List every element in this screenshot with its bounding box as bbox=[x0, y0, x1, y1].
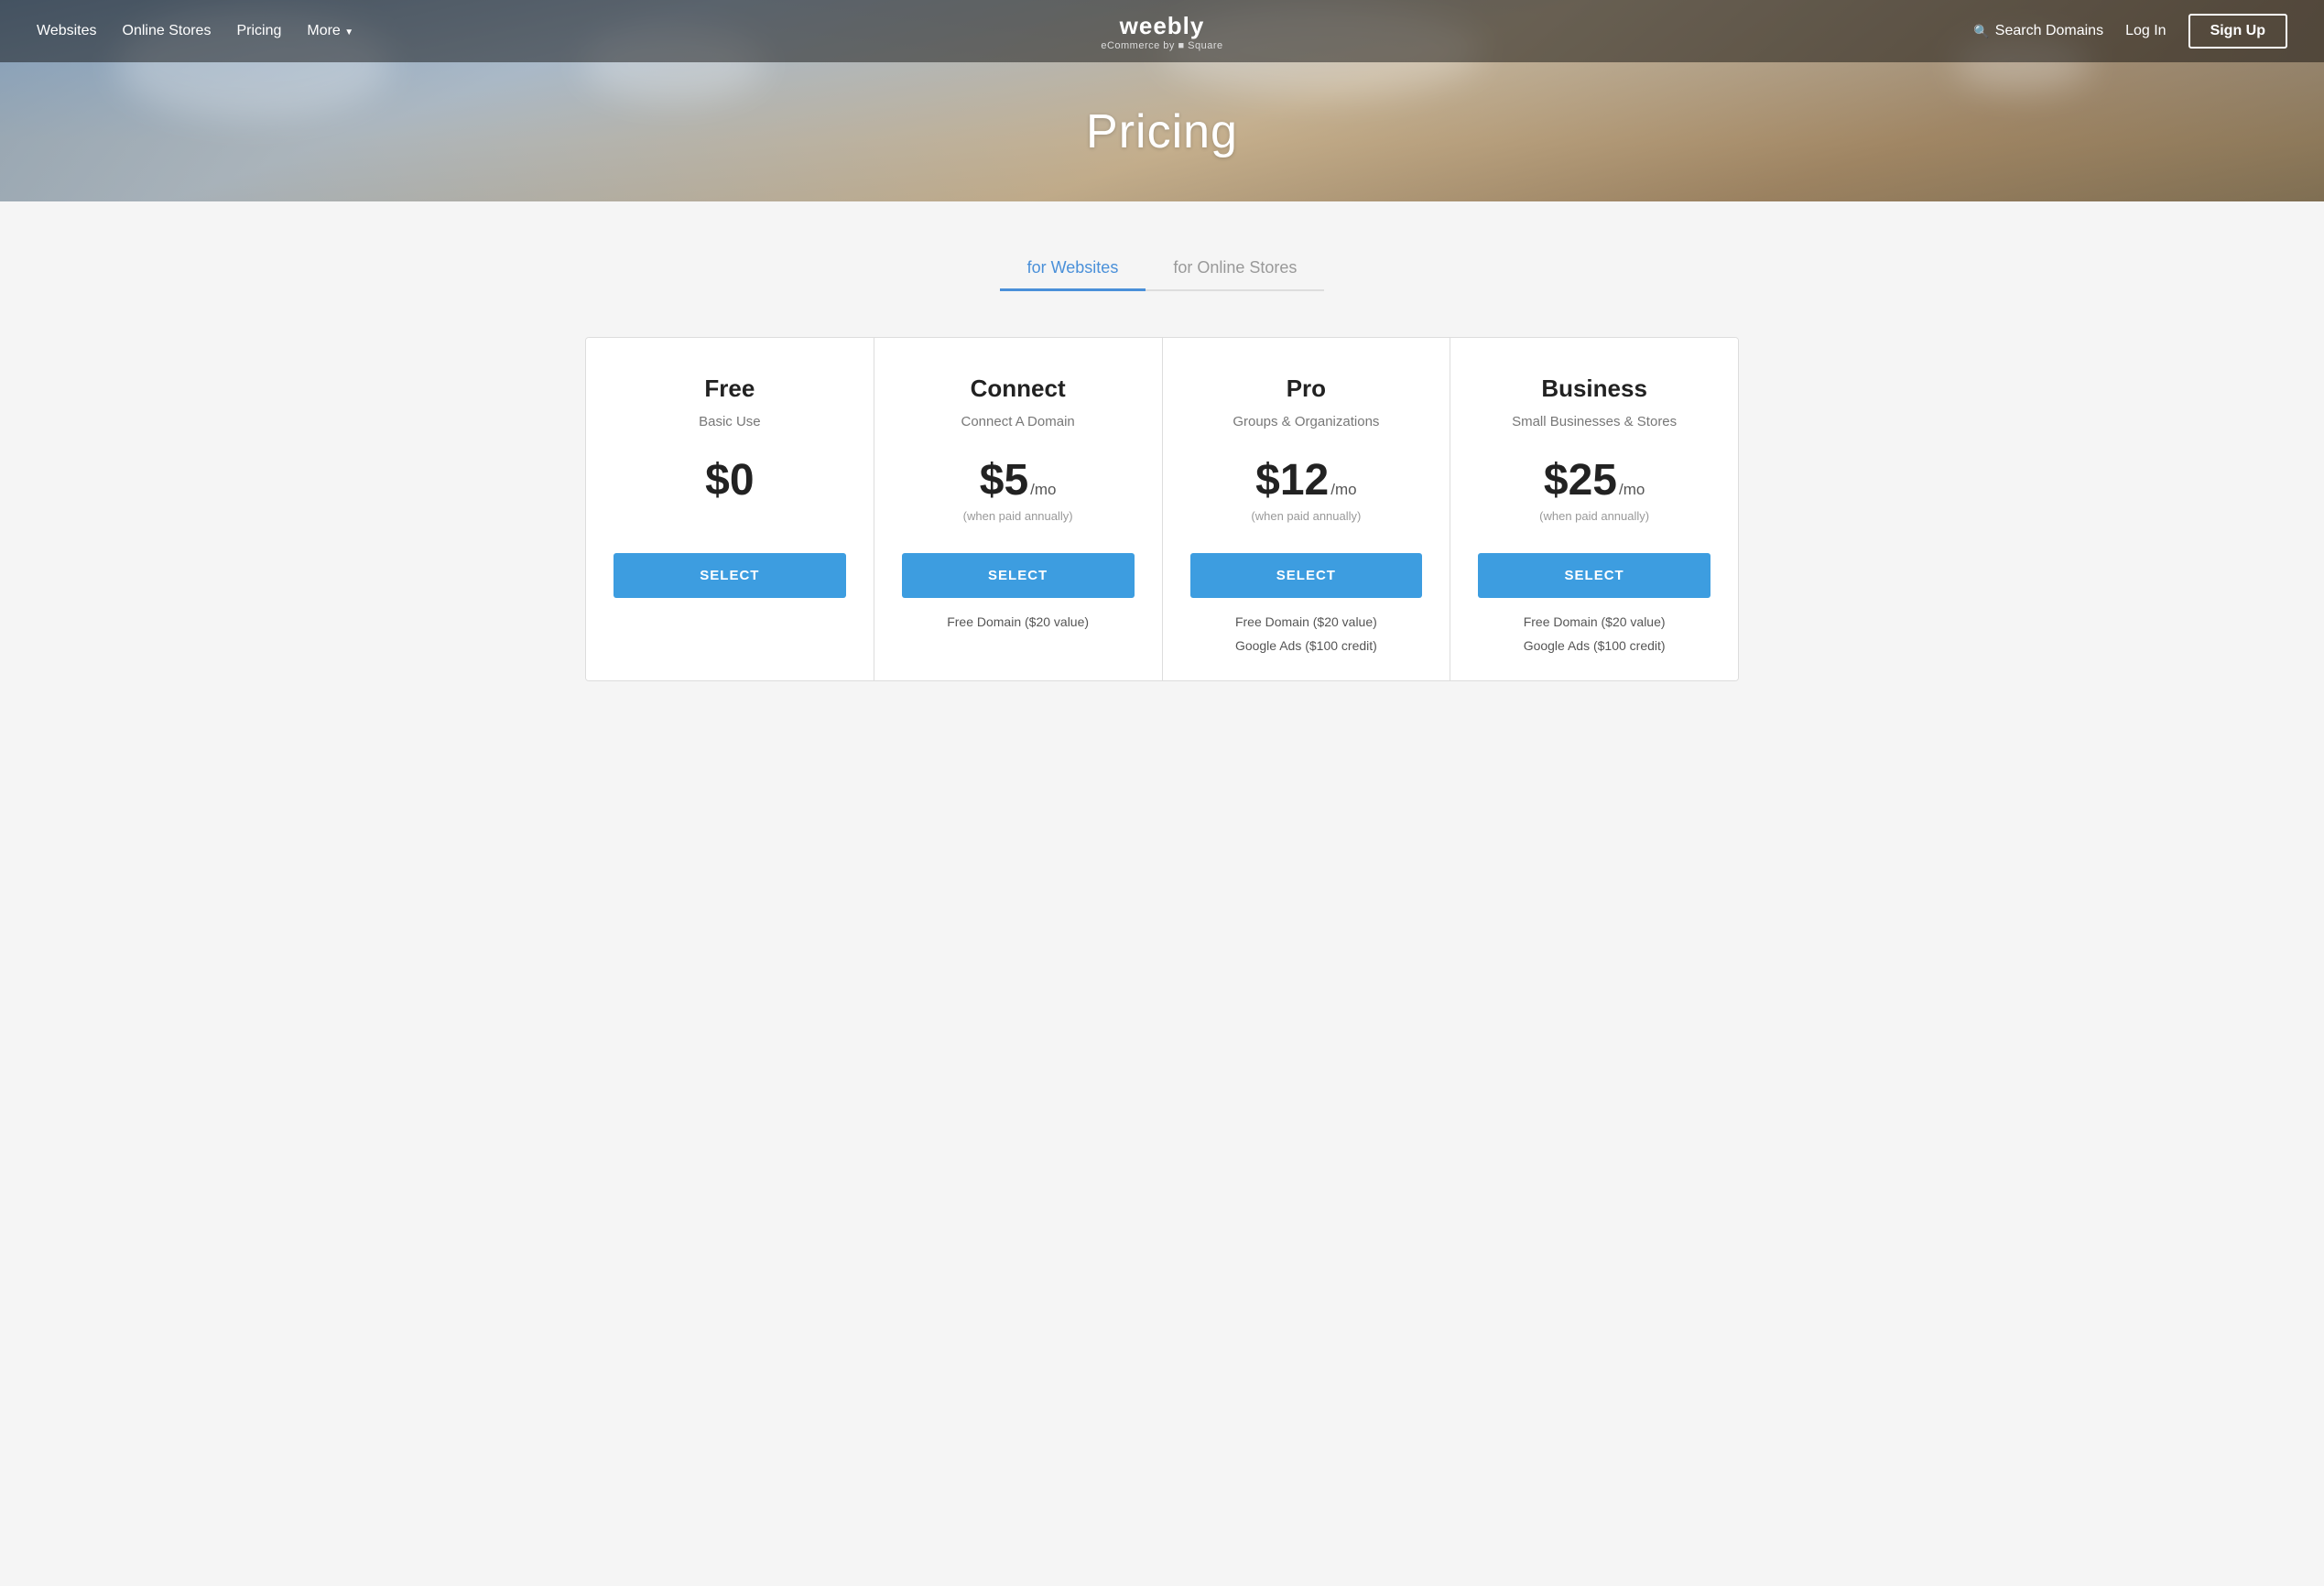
plan-connect-price: $5 /mo bbox=[980, 455, 1057, 505]
plan-connect-select[interactable]: SELECT bbox=[902, 553, 1135, 598]
list-item: Free Domain ($20 value) bbox=[1190, 614, 1423, 629]
nav-link-websites[interactable]: Websites bbox=[37, 23, 97, 39]
login-link[interactable]: Log In bbox=[2125, 23, 2166, 39]
plan-free-price: $0 bbox=[705, 455, 754, 505]
tab-for-online-stores[interactable]: for Online Stores bbox=[1146, 247, 1324, 291]
plan-free-tagline: Basic Use bbox=[699, 414, 761, 429]
signup-button[interactable]: Sign Up bbox=[2188, 14, 2287, 49]
tab-for-websites[interactable]: for Websites bbox=[1000, 247, 1146, 291]
plan-free: Free Basic Use $0 SELECT bbox=[586, 338, 874, 680]
logo-text: weebly bbox=[1101, 12, 1222, 40]
plan-business-price: $25 /mo bbox=[1544, 455, 1645, 505]
search-domains-link[interactable]: 🔍 Search Domains bbox=[1973, 23, 2103, 39]
nav-link-more[interactable]: More ▼ bbox=[307, 23, 353, 39]
plan-business-features: Free Domain ($20 value) Google Ads ($100… bbox=[1478, 614, 1710, 653]
plan-connect: Connect Connect A Domain $5 /mo (when pa… bbox=[874, 338, 1163, 680]
list-item: Free Domain ($20 value) bbox=[1478, 614, 1710, 629]
tabs-container: for Websites for Online Stores bbox=[1000, 247, 1325, 291]
pricing-cards: Free Basic Use $0 SELECT Connect Connect… bbox=[585, 337, 1739, 681]
plan-pro-features: Free Domain ($20 value) Google Ads ($100… bbox=[1190, 614, 1423, 653]
plan-free-name: Free bbox=[704, 375, 755, 403]
search-icon: 🔍 bbox=[1973, 24, 1989, 39]
plan-connect-tagline: Connect A Domain bbox=[961, 414, 1075, 429]
plan-connect-name: Connect bbox=[971, 375, 1066, 403]
nav-link-pricing[interactable]: Pricing bbox=[236, 23, 281, 39]
pricing-section: Free Basic Use $0 SELECT Connect Connect… bbox=[0, 310, 2324, 718]
plan-pro-select[interactable]: SELECT bbox=[1190, 553, 1423, 598]
list-item: Google Ads ($100 credit) bbox=[1190, 638, 1423, 653]
list-item: Google Ads ($100 credit) bbox=[1478, 638, 1710, 653]
nav-link-online-stores[interactable]: Online Stores bbox=[123, 23, 212, 39]
nav-right: 🔍 Search Domains Log In Sign Up bbox=[1973, 14, 2287, 49]
plan-pro-mo: /mo bbox=[1330, 481, 1356, 499]
more-dropdown-arrow: ▼ bbox=[344, 27, 353, 38]
plan-business-tagline: Small Businesses & Stores bbox=[1512, 414, 1677, 429]
logo-sub: eCommerce by ■ Square bbox=[1101, 40, 1222, 51]
plan-pro-annual: (when paid annually) bbox=[1251, 509, 1361, 527]
plan-business-select[interactable]: SELECT bbox=[1478, 553, 1710, 598]
plan-business-mo: /mo bbox=[1619, 481, 1645, 499]
plan-connect-annual: (when paid annually) bbox=[963, 509, 1073, 527]
plan-pro-name: Pro bbox=[1287, 375, 1326, 403]
plan-pro-tagline: Groups & Organizations bbox=[1233, 414, 1379, 429]
plan-business-name: Business bbox=[1541, 375, 1647, 403]
plan-connect-features: Free Domain ($20 value) bbox=[902, 614, 1135, 629]
site-logo: weebly eCommerce by ■ Square bbox=[1101, 12, 1222, 51]
plan-free-select[interactable]: SELECT bbox=[614, 553, 846, 598]
hero-title: Pricing bbox=[1086, 104, 1238, 159]
plan-pro-price: $12 /mo bbox=[1255, 455, 1356, 505]
list-item: Free Domain ($20 value) bbox=[902, 614, 1135, 629]
navbar: Websites Online Stores Pricing More ▼ we… bbox=[0, 0, 2324, 62]
plan-business: Business Small Businesses & Stores $25 /… bbox=[1450, 338, 1738, 680]
plan-connect-mo: /mo bbox=[1030, 481, 1056, 499]
plan-pro: Pro Groups & Organizations $12 /mo (when… bbox=[1163, 338, 1451, 680]
nav-left: Websites Online Stores Pricing More ▼ bbox=[37, 23, 353, 39]
plan-business-annual: (when paid annually) bbox=[1539, 509, 1649, 527]
tabs-section: for Websites for Online Stores bbox=[0, 201, 2324, 310]
